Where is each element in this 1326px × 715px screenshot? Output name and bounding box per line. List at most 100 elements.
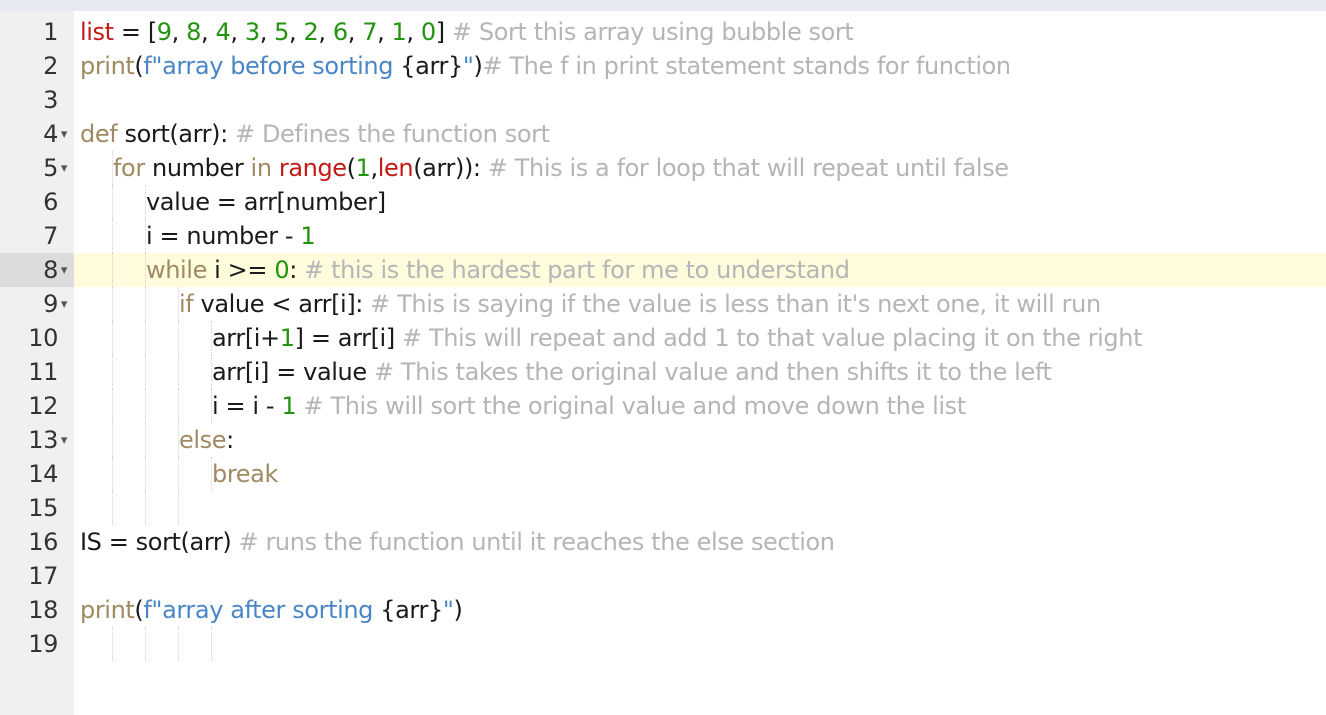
code-text[interactable]: arr[i+1] = arr[i] # This will repeat and… [212, 321, 1142, 355]
indent-guide [112, 355, 113, 389]
code-token: i >= [206, 256, 275, 284]
code-token: f"array before sorting [143, 52, 401, 80]
code-text[interactable]: list = [9, 8, 4, 3, 5, 2, 6, 7, 1, 0] # … [80, 15, 854, 49]
indent-guide [112, 389, 113, 423]
code-token: arr[i] = value [212, 358, 374, 386]
fold-caret-icon[interactable]: ▾ [58, 118, 70, 152]
code-token: 0 [274, 256, 290, 284]
indent-guide [145, 287, 146, 321]
code-text[interactable]: for number in range(1,len(arr)): # This … [113, 151, 1009, 185]
code-token: , [171, 18, 187, 46]
fold-caret-icon[interactable]: ▾ [58, 152, 70, 186]
code-token: : [289, 256, 305, 284]
code-line[interactable]: 12 i = i - 1 # This will sort the origina… [0, 389, 1326, 423]
code-line[interactable]: 4 ▾ def sort(arr): # Defines the function … [0, 117, 1326, 151]
code-token: # this is the hardest part for me to und… [304, 256, 850, 284]
indent-guide [211, 627, 212, 661]
code-editor[interactable]: 1 list = [9, 8, 4, 3, 5, 2, 6, 7, 1, 0] #… [0, 0, 1326, 715]
code-token: # This is a for loop that will repeat un… [487, 154, 1009, 182]
code-token: 7 [362, 18, 378, 46]
code-line[interactable]: 3 [0, 83, 1326, 117]
code-token: , [201, 18, 216, 46]
code-line[interactable]: 2 print(f"array before sorting {arr}")# T… [0, 49, 1326, 83]
indent-guide [178, 491, 179, 525]
code-text[interactable]: def sort(arr): # Defines the function so… [80, 117, 550, 151]
indent-guide [112, 423, 113, 457]
code-token: # This is saying if the value is less th… [370, 290, 1101, 318]
code-token: print [80, 52, 135, 80]
code-text[interactable]: i = i - 1 # This will sort the original … [212, 389, 966, 423]
code-token: ] = arr[i] [294, 324, 403, 352]
code-text[interactable]: i = number - 1 [146, 219, 316, 253]
code-line[interactable]: 18 print(f"array after sorting {arr}") [0, 593, 1326, 627]
code-token: , [289, 18, 304, 46]
code-token: value < arr[i]: [193, 290, 371, 318]
code-token: # This will sort the original value and … [303, 392, 967, 420]
code-line[interactable]: 1 list = [9, 8, 4, 3, 5, 2, 6, 7, 1, 0] #… [0, 15, 1326, 49]
line-number: 14 [28, 460, 58, 488]
indent-guide [112, 457, 113, 491]
line-number: 11 [28, 358, 58, 386]
indent-guide [178, 321, 179, 355]
code-token: value = arr[number] [146, 188, 386, 216]
code-token: {arr} [400, 52, 463, 80]
line-number: 4 [43, 120, 58, 148]
code-line[interactable]: 7 i = number - 1 [0, 219, 1326, 253]
code-token: # The f in print statement stands for fu… [482, 52, 1011, 80]
code-line[interactable]: 10 arr[i+1] = arr[i] # This will repeat a… [0, 321, 1326, 355]
code-token: {arr} [380, 596, 443, 624]
indent-guide [112, 185, 113, 219]
indent-guide [145, 491, 146, 525]
indent-guide [112, 321, 113, 355]
indent-guide [178, 457, 179, 491]
indent-guide [178, 627, 179, 661]
line-number: 17 [28, 562, 58, 590]
line-number: 5 [43, 154, 58, 182]
code-token: , [230, 18, 245, 46]
code-text[interactable]: value = arr[number] [146, 185, 386, 219]
code-lines[interactable]: 1 list = [9, 8, 4, 3, 5, 2, 6, 7, 1, 0] #… [0, 15, 1326, 661]
code-text[interactable]: break [212, 457, 278, 491]
code-text[interactable]: print(f"array after sorting {arr}") [80, 593, 463, 627]
code-token: : [226, 426, 234, 454]
indent-guide [112, 287, 113, 321]
code-text[interactable]: arr[i] = value # This takes the original… [212, 355, 1052, 389]
code-token: arr[i+ [212, 324, 280, 352]
code-text[interactable]: print(f"array before sorting {arr}")# Th… [80, 49, 1011, 83]
code-token: ] [435, 18, 452, 46]
indent-guide [112, 491, 113, 525]
code-token: 4 [215, 18, 231, 46]
code-token: 1 [281, 392, 297, 420]
code-line[interactable]: 13 ▾ else: [0, 423, 1326, 457]
line-number: 9 [43, 290, 58, 318]
code-line[interactable]: 19 [0, 627, 1326, 661]
indent-guide [145, 321, 146, 355]
code-line[interactable]: 8 ▾ while i >= 0: # this is the hardest pa… [0, 253, 1326, 287]
code-line[interactable]: 9 ▾ if value < arr[i]: # This is saying if… [0, 287, 1326, 321]
indent-guide [178, 389, 179, 423]
code-line[interactable]: 14 break [0, 457, 1326, 491]
code-line[interactable]: 6 value = arr[number] [0, 185, 1326, 219]
fold-caret-icon[interactable]: ▾ [58, 254, 70, 288]
fold-caret-icon[interactable]: ▾ [58, 288, 70, 322]
code-token: ) [453, 596, 463, 624]
code-token: in [250, 154, 272, 182]
line-number: 13 [28, 426, 58, 454]
code-token: ( [346, 154, 356, 182]
code-line[interactable]: 15 [0, 491, 1326, 525]
code-token: 1 [300, 222, 316, 250]
code-token: f"array after sorting [143, 596, 381, 624]
code-text[interactable]: while i >= 0: # this is the hardest part… [146, 253, 850, 287]
indent-guide [145, 627, 146, 661]
code-line[interactable]: 11 arr[i] = value # This takes the origin… [0, 355, 1326, 389]
code-text[interactable]: if value < arr[i]: # This is saying if t… [179, 287, 1101, 321]
code-text[interactable]: IS = sort(arr) # runs the function until… [80, 525, 835, 559]
code-token: else [179, 426, 227, 454]
code-line[interactable]: 16 IS = sort(arr) # runs the function unt… [0, 525, 1326, 559]
code-text[interactable]: else: [179, 423, 234, 457]
code-line[interactable]: 17 [0, 559, 1326, 593]
fold-caret-icon[interactable]: ▾ [58, 424, 70, 458]
code-line[interactable]: 5 ▾ for number in range(1,len(arr)): # Thi… [0, 151, 1326, 185]
